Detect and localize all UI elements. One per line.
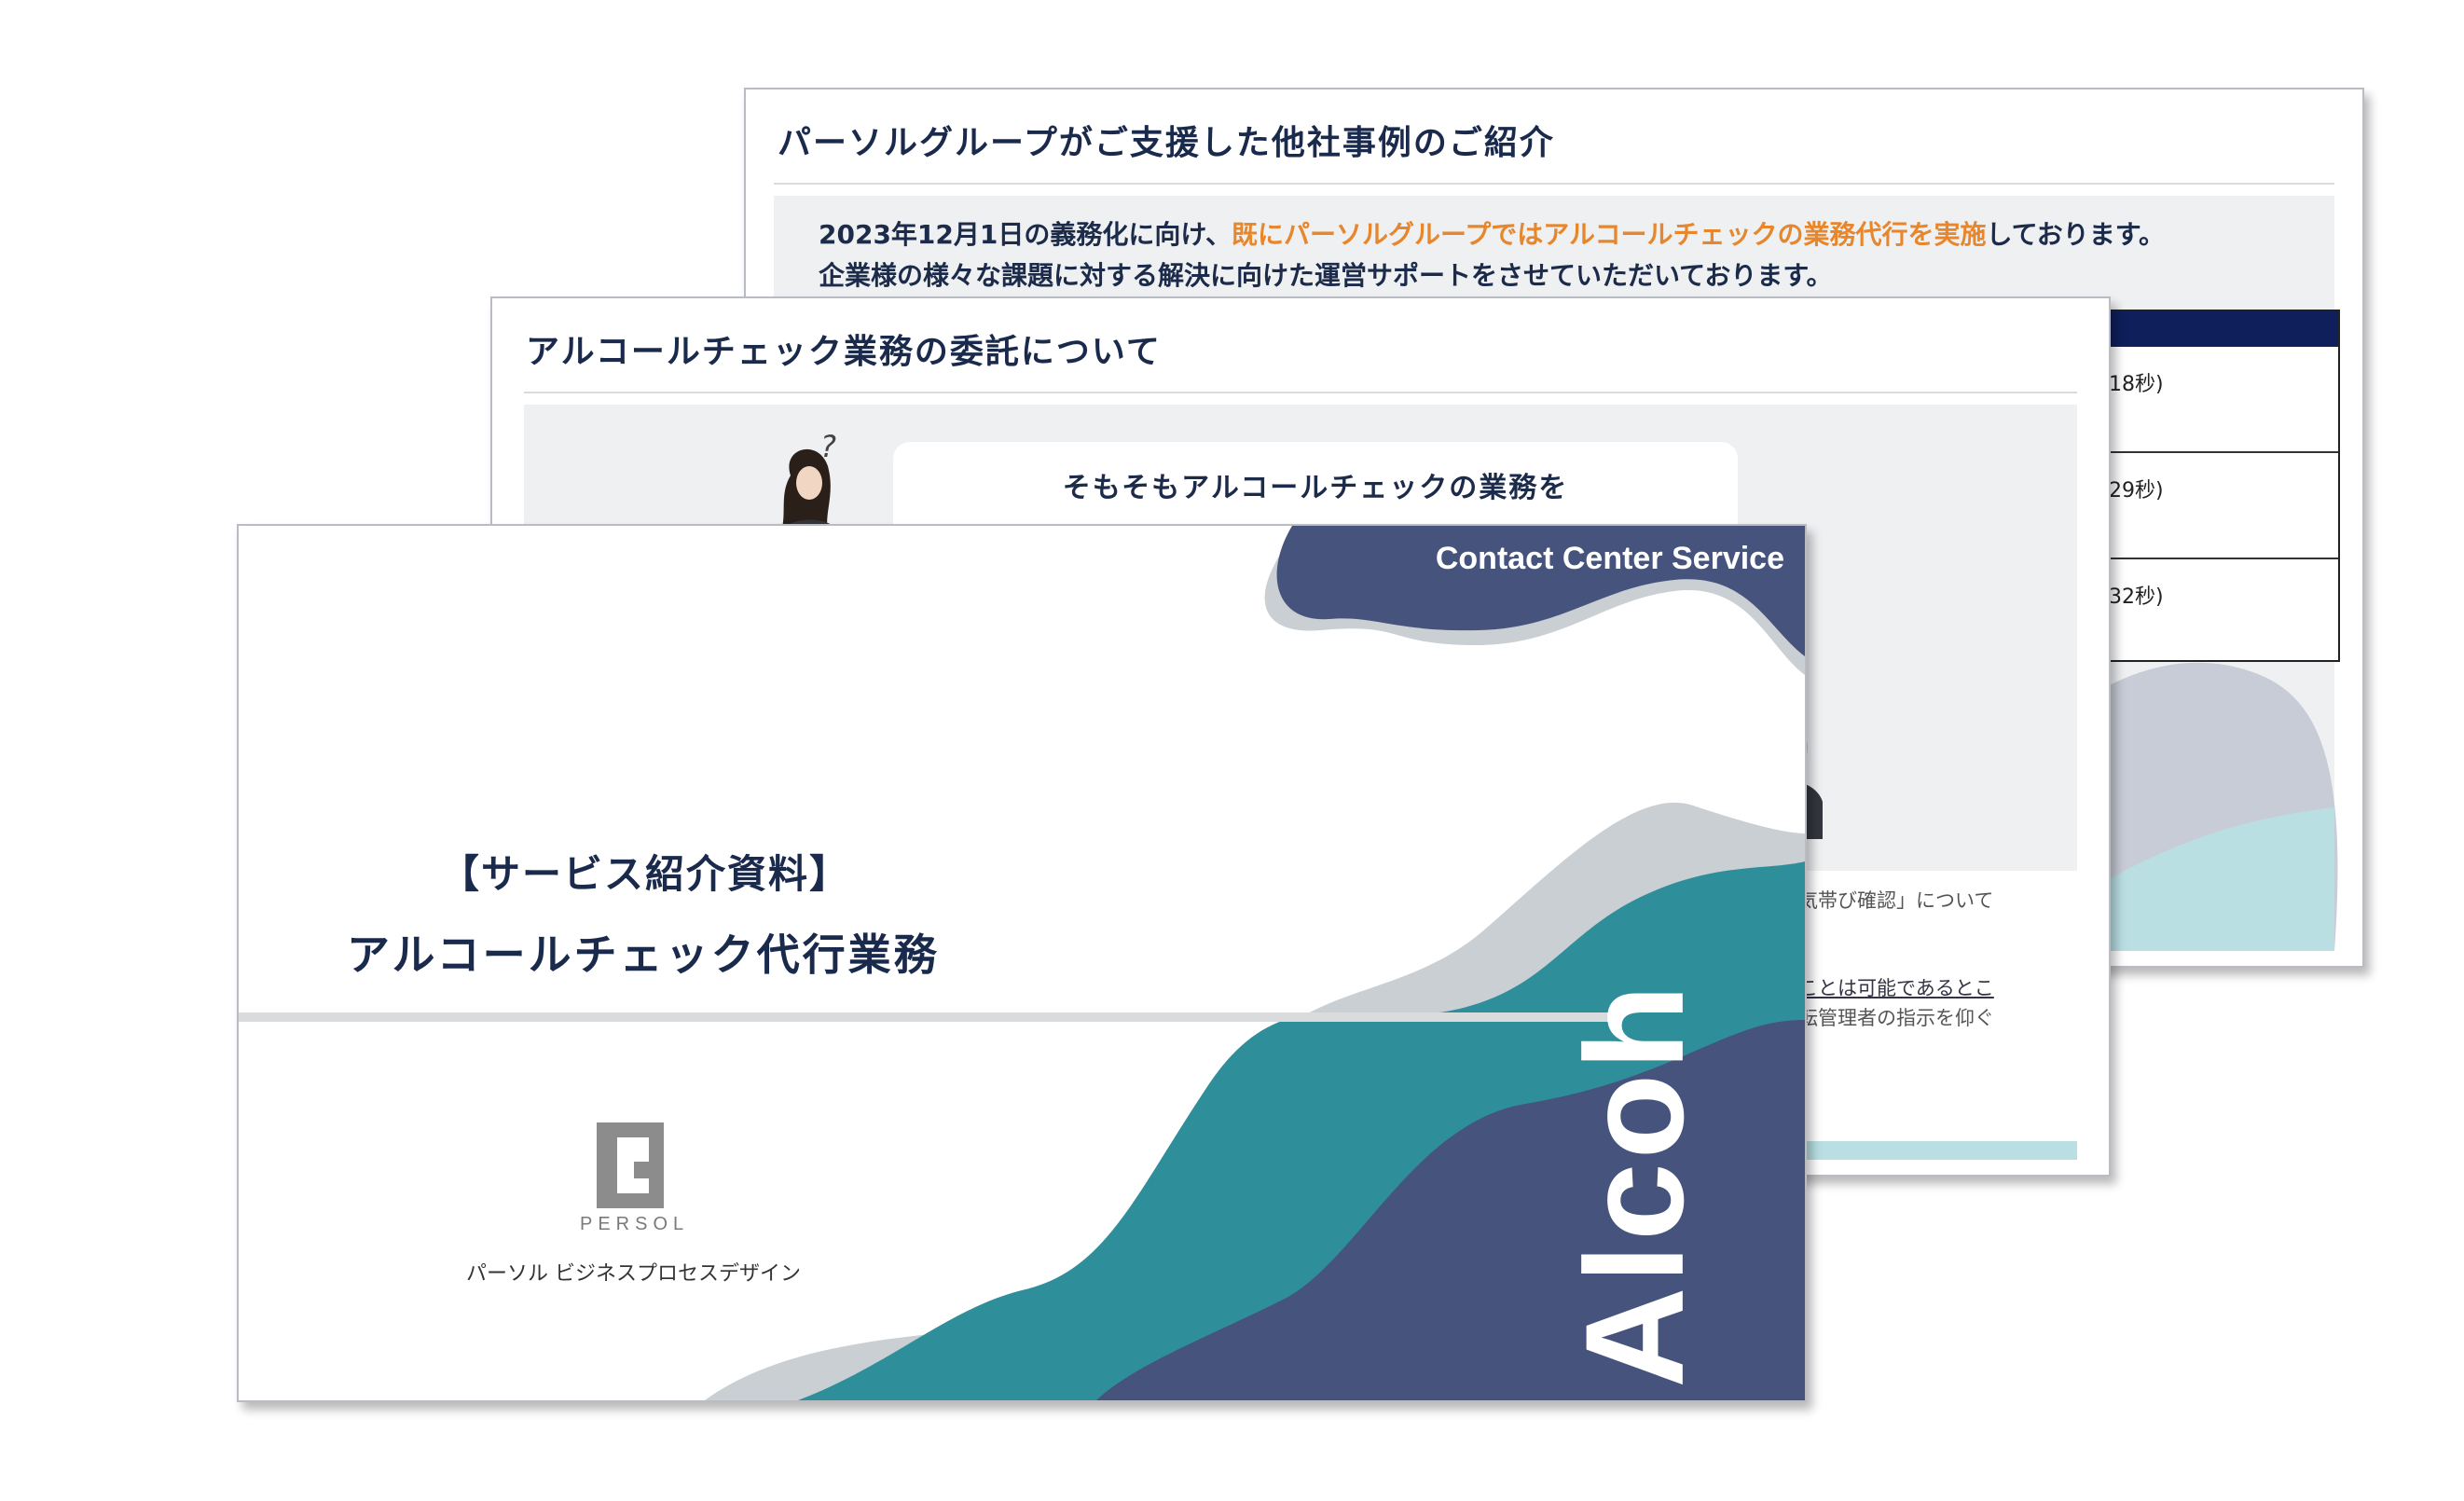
card-link[interactable]: ることは可能であるとこ — [1779, 973, 1994, 1001]
question-mark: ? — [820, 429, 836, 464]
intro-line2: 企業様の様々な課題に対する解決に向けた運営サポートをさせていただいております。 — [819, 260, 1833, 291]
persol-logo-icon — [597, 1122, 664, 1208]
vertical-word: Alcoh — [1556, 981, 1714, 1388]
service-label: Contact Center Service — [1435, 541, 1784, 576]
title-divider — [239, 1012, 1613, 1022]
logo-wordmark: PERSOL — [580, 1214, 690, 1234]
document-title: アルコールチェック代行業務 — [347, 930, 940, 980]
intro-line1-suffix: しております。 — [1986, 219, 2165, 250]
bubble-line1: そもそもアルコールチェックの業務を — [1062, 472, 1569, 504]
company-name: パーソル ビジネスプロセスデザイン — [466, 1262, 801, 1286]
card-line3: 運転管理者の指示を仰ぐ — [1779, 1007, 1994, 1029]
info-card: 酒気帯び確認」について ることは可能であるとこ 運転管理者の指示を仰ぐ — [1773, 871, 2094, 1141]
intro-text: 2023年12月1日の義務化に向け、既にパーソルグループではアルコールチェックの… — [819, 214, 2165, 296]
intro-highlight: 既にパーソルグループではアルコールチェックの業務代行を実施 — [1231, 219, 1987, 250]
cover-slide[interactable]: Contact Center Service 【サービス紹介資料】 アルコールチ… — [237, 524, 1807, 1402]
card-line1: 酒気帯び確認」について — [1779, 889, 1994, 912]
intro-line1-prefix: 2023年12月1日の義務化に向け、 — [819, 219, 1232, 250]
document-tag: 【サービス紹介資料】 — [440, 851, 851, 897]
